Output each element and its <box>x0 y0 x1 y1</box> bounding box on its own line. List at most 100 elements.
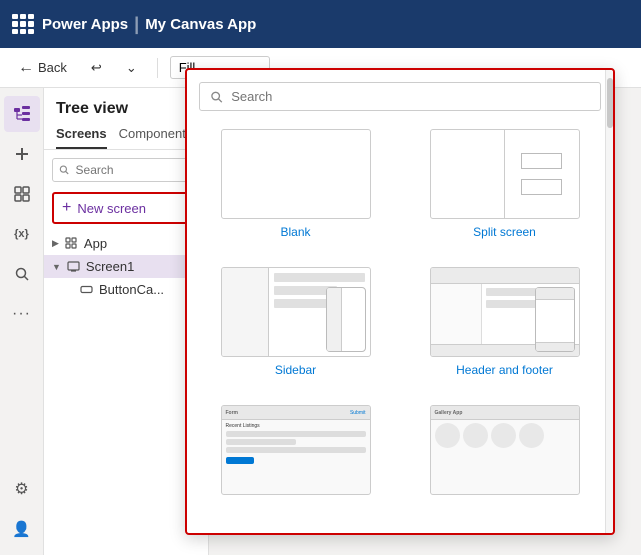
tpl1-row3 <box>226 447 366 453</box>
split-box1 <box>521 153 562 169</box>
split-right <box>505 130 579 218</box>
tpl2-body <box>431 420 579 451</box>
icon-rail: {x} ··· ⚙ 👤 <box>0 88 44 555</box>
button-icon <box>80 283 93 296</box>
redo-icon: ⌄ <box>126 60 137 76</box>
toolbar-divider <box>157 58 158 78</box>
app-chevron-icon: ▶ <box>52 238 59 249</box>
sidebar-left-pane <box>222 268 269 356</box>
tab-screens[interactable]: Screens <box>56 126 107 149</box>
tpl1-label1: Recent Listings <box>226 423 366 429</box>
tpl1-header-text: Form <box>226 410 239 416</box>
app-label: App <box>84 236 107 251</box>
dropdown-search-box <box>199 82 601 111</box>
treeview-icon[interactable] <box>4 96 40 132</box>
back-arrow-icon: ← <box>18 59 34 77</box>
blank-screen-option[interactable]: Blank <box>199 123 392 245</box>
split-left <box>431 130 505 218</box>
app-grid-icon[interactable] <box>12 14 32 34</box>
new-screen-button[interactable]: + New screen ▾ <box>52 192 200 224</box>
new-screen-dropdown: Blank Split screen <box>185 68 615 535</box>
redo-button[interactable]: ⌄ <box>118 56 145 80</box>
hf-mobile-preview <box>535 287 575 352</box>
sidebar-label: Sidebar <box>275 363 316 377</box>
settings-icon[interactable]: ⚙ <box>4 471 40 507</box>
topbar-title: Power Apps | My Canvas App <box>42 14 256 35</box>
sidebar-row1 <box>274 273 365 282</box>
hf-header-bar <box>431 268 579 284</box>
scrollbar[interactable] <box>605 70 613 533</box>
screen1-chevron-icon: ▼ <box>52 262 61 272</box>
split-label: Split screen <box>473 225 536 239</box>
mobile-footer <box>536 342 574 351</box>
data-icon[interactable] <box>4 176 40 212</box>
app-icon <box>65 237 78 250</box>
search-icon[interactable] <box>4 256 40 292</box>
split-screen-option[interactable]: Split screen <box>408 123 601 245</box>
back-button[interactable]: ← Back <box>10 55 75 81</box>
mobile-sidebar <box>327 288 342 351</box>
plus-icon: + <box>62 199 71 217</box>
buttonca-label: ButtonCa... <box>99 282 164 297</box>
undo-button[interactable]: ↩ <box>83 56 110 80</box>
variables-icon[interactable]: {x} <box>4 216 40 252</box>
sidebar-preview <box>221 267 371 357</box>
template2-screen-option[interactable]: Gallery App <box>408 399 601 521</box>
tree-items: ▶ App ▼ Screen1 <box>44 228 208 555</box>
tree-search-box <box>52 158 200 182</box>
tpl1-row1 <box>226 431 366 437</box>
tpl1-btn <box>226 457 254 464</box>
sidebar-mobile-preview <box>326 287 366 352</box>
undo-icon: ↩ <box>91 60 102 76</box>
headerfooter-label: Header and footer <box>456 363 553 377</box>
insert-icon[interactable] <box>4 136 40 172</box>
dropdown-search-icon <box>210 90 223 104</box>
dropdown-search-input[interactable] <box>231 89 590 104</box>
tree-search-icon <box>59 164 70 176</box>
main-layout: {x} ··· ⚙ 👤 Tree view Screens Components <box>0 88 641 555</box>
new-screen-label: New screen <box>77 201 146 216</box>
tpl2-avatar2 <box>463 423 488 448</box>
topbar: Power Apps | My Canvas App <box>0 0 641 48</box>
tree-item-buttonca[interactable]: ButtonCa... <box>44 278 208 301</box>
split-box2 <box>521 179 562 195</box>
tpl1-body: Recent Listings <box>222 420 370 467</box>
scrollbar-thumb <box>607 78 613 128</box>
tpl2-avatar4 <box>519 423 544 448</box>
template1-screen-option[interactable]: Form Submit Recent Listings <box>199 399 392 521</box>
screen-icon <box>67 260 80 273</box>
tree-item-screen1[interactable]: ▼ Screen1 <box>44 255 208 278</box>
mobile-body <box>536 300 574 342</box>
back-label: Back <box>38 60 67 75</box>
template1-preview: Form Submit Recent Listings <box>221 405 371 495</box>
blank-label: Blank <box>280 225 310 239</box>
tpl1-row2 <box>226 439 296 445</box>
blank-preview <box>221 129 371 219</box>
account-icon[interactable]: 👤 <box>4 511 40 547</box>
split-preview <box>430 129 580 219</box>
headerfooter-screen-option[interactable]: Header and footer <box>408 261 601 383</box>
screen1-label: Screen1 <box>86 259 134 274</box>
tree-view-title: Tree view <box>44 88 208 126</box>
tpl2-avatar1 <box>435 423 460 448</box>
hf-body-left <box>431 284 483 344</box>
tpl2-header-text: Gallery App <box>435 410 463 416</box>
tree-item-app[interactable]: ▶ App <box>44 232 208 255</box>
tpl2-avatar3 <box>491 423 516 448</box>
headerfooter-preview <box>430 267 580 357</box>
canvas-app-name: My Canvas App <box>145 16 256 33</box>
sidebar-screen-option[interactable]: Sidebar <box>199 261 392 383</box>
tab-components[interactable]: Components <box>119 126 193 149</box>
power-apps-label: Power Apps <box>42 16 128 33</box>
title-separator: | <box>134 14 139 35</box>
hf-row2 <box>486 300 539 308</box>
template2-preview: Gallery App <box>430 405 580 495</box>
tpl1-header-action: Submit <box>350 410 366 416</box>
tree-search-input[interactable] <box>76 163 193 177</box>
mobile-header <box>536 288 574 300</box>
tpl1-header: Form Submit <box>222 406 370 420</box>
more-icon[interactable]: ··· <box>4 296 40 332</box>
screen-options-grid: Blank Split screen <box>199 123 601 521</box>
tree-tabs: Screens Components <box>44 126 208 150</box>
tpl2-header: Gallery App <box>431 406 579 420</box>
